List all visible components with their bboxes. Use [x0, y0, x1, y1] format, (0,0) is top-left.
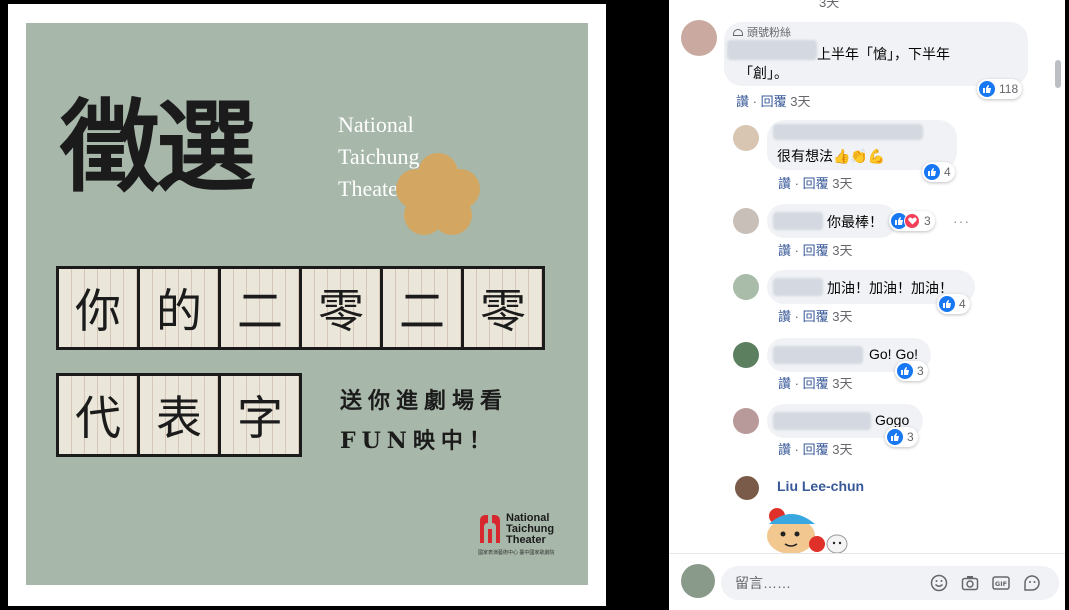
blurred-author-name[interactable]	[773, 124, 923, 140]
reaction-count[interactable]: 3	[895, 361, 928, 381]
venue-line: National	[338, 112, 414, 137]
tagline-line: 送你進劇場看	[340, 388, 509, 414]
comment-actions: 讚 · 回覆 3天	[778, 309, 853, 324]
grid-cell: 字	[221, 376, 299, 454]
comment-time[interactable]: 3天	[832, 176, 852, 191]
comment-actions: 讚 · 回覆 3天	[778, 376, 853, 391]
like-link[interactable]: 讚	[778, 243, 791, 258]
comment-text: Go! Go!	[869, 346, 919, 362]
like-icon	[924, 164, 940, 180]
scrollbar-thumb[interactable]	[1055, 60, 1061, 88]
cartoon-sticker-icon	[767, 508, 848, 554]
like-icon	[887, 429, 903, 445]
word-grid-row-1: 你 的 二 零 二 零	[56, 266, 545, 350]
comment-text: 你最棒！	[827, 214, 883, 230]
comment-time[interactable]: 3天	[832, 442, 852, 457]
word-grid-row-2: 代 表 字	[56, 373, 302, 457]
reaction-count[interactable]: 3	[885, 427, 918, 447]
avatar[interactable]	[733, 274, 759, 300]
comment-actions: 讚 · 回覆 3天	[778, 243, 853, 258]
grid-cell: 零	[464, 269, 542, 347]
avatar[interactable]	[681, 20, 717, 56]
post-image-frame[interactable]: 徵選 National Taichung Theater 你 的 二 零 二 零	[8, 4, 606, 606]
comment-actions: 讚 · 回覆 3天	[778, 442, 853, 457]
theater-logo: National Taichung Theater	[478, 513, 554, 546]
reply-link[interactable]: 回覆	[761, 94, 787, 109]
love-icon	[904, 213, 920, 229]
comment-text: Gogo	[875, 412, 910, 428]
comments-panel[interactable]: 3天 頭號粉絲 上半年「愴」，下半年 「創」。 118 讚 · 回覆 3天 很有…	[669, 0, 1065, 610]
badge-icon	[733, 29, 743, 36]
blurred-author-name[interactable]	[773, 212, 823, 230]
emoji-icon[interactable]	[930, 574, 948, 592]
reply-link[interactable]: 回覆	[803, 176, 829, 191]
like-link[interactable]: 讚	[736, 94, 749, 109]
grid-cell: 代	[59, 376, 137, 454]
avatar[interactable]	[733, 208, 759, 234]
gif-icon[interactable]: GIF	[992, 574, 1010, 592]
logo-line: Theater	[506, 534, 546, 546]
sticker-icon[interactable]	[1023, 574, 1041, 592]
plum-flower-icon	[396, 153, 480, 235]
tagline-line: FUN映中！	[340, 428, 497, 454]
grid-cell: 你	[59, 269, 137, 347]
comment-actions: 讚 · 回覆 3天	[736, 94, 811, 109]
theater-logo-icon	[480, 515, 500, 543]
like-link[interactable]: 讚	[778, 376, 791, 391]
comment-time[interactable]: 3天	[790, 94, 810, 109]
avatar[interactable]	[733, 342, 759, 368]
like-link[interactable]: 讚	[778, 309, 791, 324]
reaction-count[interactable]: 3	[889, 211, 935, 231]
comment-text: 加油！加油！加油！	[827, 280, 953, 296]
like-icon	[897, 363, 913, 379]
like-icon	[939, 296, 955, 312]
grid-cell: 零	[302, 269, 380, 347]
blurred-author-name[interactable]	[773, 346, 863, 364]
poster-image: 徵選 National Taichung Theater 你 的 二 零 二 零	[26, 23, 588, 585]
reaction-count[interactable]: 118	[977, 79, 1023, 99]
avatar[interactable]	[733, 125, 759, 151]
reply-link[interactable]: 回覆	[803, 442, 829, 457]
avatar[interactable]	[733, 408, 759, 434]
grid-cell: 二	[221, 269, 299, 347]
grid-cell: 的	[140, 269, 218, 347]
comment-composer: 留言…… GIF	[669, 553, 1065, 610]
previous-comment-time: 3天	[819, 0, 840, 10]
svg-text:GIF: GIF	[995, 580, 1007, 588]
comment-text: 很有想法👍👏💪	[777, 148, 886, 164]
like-link[interactable]: 讚	[778, 176, 791, 191]
reply-link[interactable]: 回覆	[803, 309, 829, 324]
reaction-count[interactable]: 4	[922, 162, 955, 182]
more-options-icon[interactable]: ···	[953, 213, 970, 229]
comment-text: 上半年「愴」，下半年	[817, 46, 950, 62]
comment-time[interactable]: 3天	[832, 309, 852, 324]
blurred-author-name[interactable]	[727, 40, 817, 60]
comment-author[interactable]: Liu Lee-chun	[777, 478, 864, 494]
current-user-avatar[interactable]	[681, 564, 715, 598]
reaction-count[interactable]: 4	[937, 294, 970, 314]
poster-headline: 徵選	[60, 88, 256, 206]
comment-time[interactable]: 3天	[832, 243, 852, 258]
reply-link[interactable]: 回覆	[803, 376, 829, 391]
like-link[interactable]: 讚	[778, 442, 791, 457]
comment-text: 「創」。	[739, 65, 788, 81]
top-fan-badge: 頭號粉絲	[733, 24, 791, 40]
grid-cell: 二	[383, 269, 461, 347]
blurred-author-name[interactable]	[773, 412, 871, 430]
logo-subtitle: 國家表演藝術中心 臺中國家歌劇院	[478, 550, 555, 556]
like-icon	[979, 81, 995, 97]
comment-actions: 讚 · 回覆 3天	[778, 176, 853, 191]
avatar[interactable]	[735, 476, 759, 500]
blurred-author-name[interactable]	[773, 278, 823, 296]
camera-icon[interactable]	[961, 574, 979, 592]
poster-tagline: 送你進劇場看 FUN映中！	[340, 381, 508, 461]
comment-time[interactable]: 3天	[832, 376, 852, 391]
grid-cell: 表	[140, 376, 218, 454]
reply-link[interactable]: 回覆	[803, 243, 829, 258]
